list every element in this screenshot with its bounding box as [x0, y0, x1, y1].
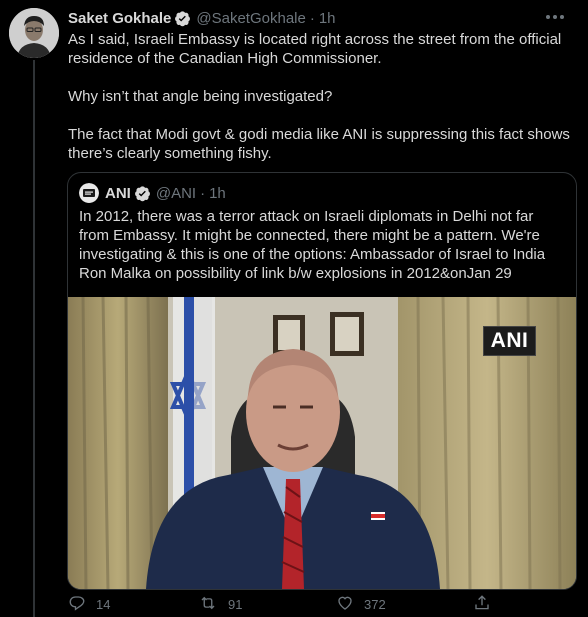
retweet-button[interactable]: 91	[198, 594, 242, 614]
author-handle[interactable]: @SaketGokhale	[196, 10, 305, 27]
media-watermark: ANI	[483, 326, 536, 356]
quoted-timestamp[interactable]: 1h	[209, 185, 226, 202]
quoted-tweet-header: ANI @ANI · 1h	[79, 183, 226, 203]
quoted-tweet-card[interactable]: ANI @ANI · 1h In 2012, there was a terro…	[67, 172, 577, 590]
reply-button[interactable]: 14	[68, 594, 110, 614]
more-options-icon[interactable]	[544, 10, 566, 24]
author-display-name[interactable]: Saket Gokhale	[68, 10, 171, 27]
retweet-count: 91	[228, 596, 243, 612]
quoted-header-separator: ·	[200, 184, 206, 202]
action-bar: 14 91 372	[68, 594, 538, 614]
tweet-paragraph: As I said, Israeli Embassy is located ri…	[68, 31, 562, 67]
quoted-author-avatar	[79, 183, 99, 203]
quoted-video-thumbnail[interactable]: ANI	[68, 297, 576, 589]
tweet-text: As I said, Israeli Embassy is located ri…	[68, 30, 578, 182]
share-button[interactable]	[473, 594, 501, 614]
like-button[interactable]: 372	[336, 594, 386, 614]
tweet-paragraph: Why isn’t that angle being investigated?	[68, 88, 333, 105]
thread-line	[33, 60, 35, 617]
verified-badge-icon	[134, 185, 151, 202]
quoted-handle[interactable]: @ANI	[156, 185, 196, 202]
heart-icon	[336, 594, 364, 615]
like-count: 372	[364, 596, 386, 612]
retweet-icon	[198, 594, 228, 615]
author-avatar[interactable]	[9, 8, 59, 58]
tweet-timestamp[interactable]: 1h	[319, 10, 336, 27]
quoted-display-name[interactable]: ANI	[105, 185, 131, 202]
share-icon	[473, 594, 501, 615]
header-separator: ·	[309, 9, 315, 27]
reply-count: 14	[96, 596, 111, 612]
verified-badge-icon	[174, 10, 191, 27]
tweet: Saket Gokhale @SaketGokhale · 1h As I sa…	[0, 0, 588, 617]
tweet-paragraph: The fact that Modi govt & godi media lik…	[68, 126, 570, 162]
reply-icon	[68, 594, 96, 615]
tweet-header: Saket Gokhale @SaketGokhale · 1h	[68, 9, 336, 27]
quoted-tweet-text: In 2012, there was a terror attack on Is…	[79, 208, 546, 282]
